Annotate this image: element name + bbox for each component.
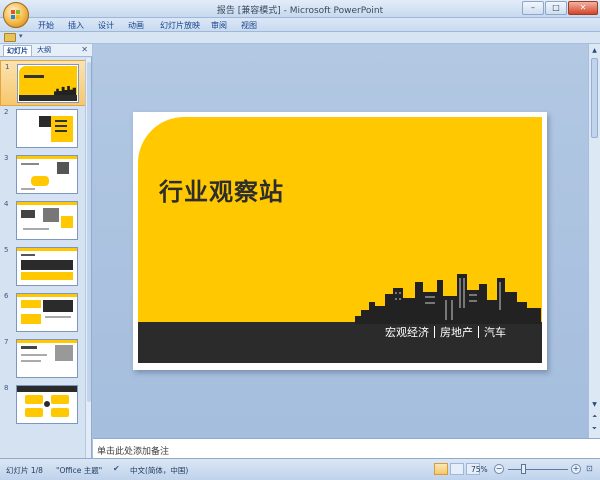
tab-slides[interactable]: 幻灯片 [3, 45, 32, 56]
next-slide-icon[interactable]: ⏷ [590, 424, 599, 433]
zoom-slider-track[interactable] [508, 469, 568, 470]
spellcheck-icon[interactable]: ✔ [113, 464, 123, 473]
slide-number: 7 [4, 338, 9, 346]
quick-access-toolbar: ▾ [0, 32, 600, 44]
zoom-slider-knob[interactable] [521, 464, 526, 474]
tag-macro-economy[interactable]: 宏观经济 [380, 324, 434, 340]
thumbnail-slide-4[interactable]: 4 [0, 198, 86, 244]
previous-slide-icon[interactable]: ⏶ [590, 412, 599, 421]
slide-number: 5 [4, 246, 9, 254]
tab-home[interactable]: 开始 [38, 20, 54, 31]
city-skyline-graphic [355, 274, 541, 324]
folder-icon[interactable] [4, 33, 16, 42]
thumbnail-slide-5[interactable]: 5 [0, 244, 86, 290]
slide-thumbnail [16, 109, 78, 148]
slide-thumbnail [16, 201, 78, 240]
panel-tabs: 幻灯片 大纲 ✕ [0, 44, 92, 57]
slide-thumbnail [17, 64, 79, 103]
thumbnail-slide-2[interactable]: 2 [0, 106, 86, 152]
tab-design[interactable]: 设计 [98, 20, 114, 31]
tag-automobile[interactable]: 汽车 [479, 324, 511, 340]
thumbnail-list: 1 2 3 4 5 6 7 8 [0, 58, 86, 458]
notes-placeholder: 单击此处添加备注 [97, 447, 170, 457]
tab-review[interactable]: 审阅 [211, 20, 227, 31]
maximize-button[interactable]: □ [545, 1, 567, 15]
slide-thumbnail [16, 155, 78, 194]
slide-number: 8 [4, 384, 9, 392]
slide-title[interactable]: 行业观察站 [159, 172, 284, 207]
tab-slideshow[interactable]: 幻灯片放映 [160, 20, 200, 31]
office-button[interactable] [3, 2, 29, 28]
tab-outline[interactable]: 大纲 [34, 45, 54, 56]
slide-tags: 宏观经济 房地产 汽车 [380, 324, 511, 340]
thumbnail-slide-1[interactable]: 1 [0, 60, 86, 106]
slide-thumbnail [16, 247, 78, 286]
slide-number: 3 [4, 154, 9, 162]
normal-view-button[interactable] [434, 463, 448, 475]
scroll-thumb[interactable] [591, 58, 598, 138]
tab-view[interactable]: 视图 [241, 20, 257, 31]
minimize-button[interactable]: – [522, 1, 544, 15]
vertical-scrollbar[interactable]: ▲ ▼ ⏶ ⏷ [588, 44, 600, 438]
thumbnail-slide-3[interactable]: 3 [0, 152, 86, 198]
slide-number: 1 [5, 63, 10, 71]
slide-sorter-button[interactable] [450, 463, 464, 475]
notes-pane[interactable]: 单击此处添加备注 [93, 438, 600, 458]
window-title: 报告 [兼容模式] - Microsoft PowerPoint [216, 6, 384, 16]
slides-panel: 幻灯片 大纲 ✕ 1 2 3 4 5 6 7 8 [0, 44, 92, 458]
tab-animations[interactable]: 动画 [128, 20, 144, 31]
close-button[interactable]: ✕ [568, 1, 598, 15]
thumbnail-slide-6[interactable]: 6 [0, 290, 86, 336]
current-slide[interactable]: 行业观察站 宏观经济 房地产 汽车 [133, 112, 547, 370]
panel-close-icon[interactable]: ✕ [81, 45, 88, 54]
thumbnail-slide-7[interactable]: 7 [0, 336, 86, 382]
language-indicator[interactable]: 中文(简体，中国) [130, 465, 188, 476]
slide-number: 4 [4, 200, 9, 208]
tag-real-estate[interactable]: 房地产 [435, 324, 478, 340]
thumbnail-slide-8[interactable]: 8 [0, 382, 86, 428]
status-bar: 幻灯片 1/8 "Office 主题" ✔ 中文(简体，中国) 75% − + … [0, 458, 600, 480]
zoom-in-button[interactable]: + [571, 464, 581, 474]
ribbon-tabs: 开始 插入 设计 动画 幻灯片放映 审阅 视图 [0, 18, 600, 32]
zoom-out-button[interactable]: − [494, 464, 504, 474]
slide-number: 6 [4, 292, 9, 300]
window-controls: – □ ✕ [522, 1, 598, 15]
zoom-level[interactable]: 75% [471, 465, 488, 474]
fit-window-icon[interactable]: ⊡ [586, 464, 596, 473]
scroll-down-icon[interactable]: ▼ [590, 400, 599, 409]
panel-scrollbar[interactable] [85, 58, 91, 458]
slide-number: 2 [4, 108, 9, 116]
tab-insert[interactable]: 插入 [68, 20, 84, 31]
slide-thumbnail [16, 293, 78, 332]
slide-counter: 幻灯片 1/8 [6, 466, 43, 475]
title-bar: 报告 [兼容模式] - Microsoft PowerPoint – □ ✕ [0, 0, 600, 18]
customize-qat-icon[interactable]: ▾ [19, 32, 23, 40]
office-logo-icon [11, 10, 21, 20]
slide-thumbnail [16, 339, 78, 378]
slide-thumbnail [16, 385, 78, 424]
theme-name: "Office 主题" [56, 466, 103, 475]
scroll-up-icon[interactable]: ▲ [590, 46, 599, 55]
